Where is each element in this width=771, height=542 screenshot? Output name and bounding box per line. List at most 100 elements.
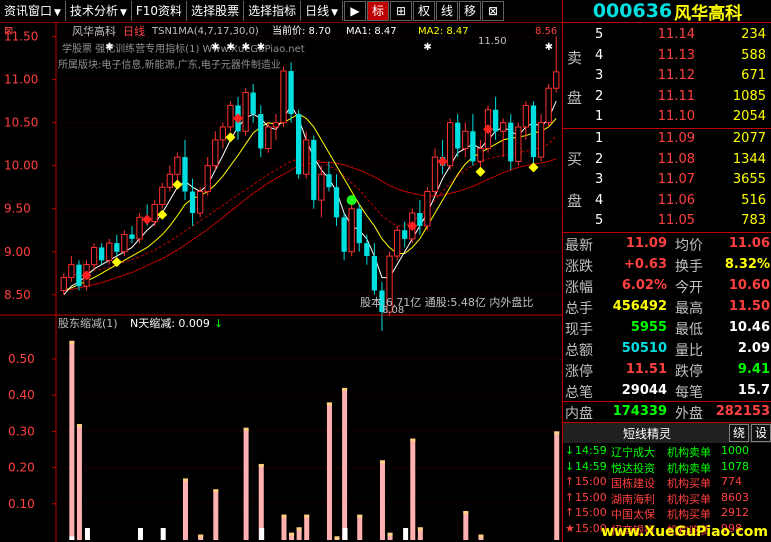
line-button[interactable]: 线	[436, 1, 459, 21]
row-volume: 774	[721, 475, 742, 488]
bar	[463, 511, 469, 540]
bar-cap	[304, 514, 310, 518]
quote-value: 11.51	[625, 362, 667, 377]
buy-level-row[interactable]: 5 11.05 783	[563, 211, 771, 232]
menu-select-stock[interactable]: 选择股票	[187, 1, 245, 21]
short-line-filter-button[interactable]: 绕	[729, 424, 749, 442]
buy-level-row[interactable]: 3 11.07 3655	[563, 170, 771, 191]
candle-body	[348, 208, 355, 253]
level-price: 11.06	[657, 192, 695, 208]
candle-body	[159, 186, 166, 205]
bar	[281, 514, 287, 540]
quote-value: 10.60	[728, 278, 770, 293]
bar-cap	[417, 527, 423, 531]
arrow-down-icon: ↓	[565, 444, 575, 457]
sell-level-row[interactable]: 4 11.13 588	[563, 46, 771, 67]
menu-label: F10资料	[135, 4, 183, 18]
sell-level-row[interactable]: 3 11.12 671	[563, 66, 771, 87]
candle-body	[68, 264, 75, 279]
row-stock-name: 国栋建设	[611, 477, 655, 490]
stock-name: 风华高科	[674, 3, 743, 24]
menu-f10[interactable]: F10资料	[132, 1, 188, 21]
play-button[interactable]: ▶	[344, 1, 367, 21]
row-volume: 2912	[721, 506, 749, 519]
candle-body	[515, 126, 522, 162]
buy-level-row[interactable]: 1 11.09 2077	[563, 129, 771, 150]
close-chart-button[interactable]: ⊠	[482, 1, 505, 21]
quote-label: 最高	[675, 301, 703, 317]
level-number: 2	[595, 151, 604, 167]
level-volume: 2077	[732, 131, 766, 146]
menu-tech-analysis[interactable]: 技术分析 ▼	[66, 1, 132, 21]
grid-button[interactable]: ⊞	[390, 1, 413, 21]
bar-cap	[342, 387, 348, 391]
candle-body	[265, 126, 272, 149]
sell-level-row[interactable]: 1 11.10 2054	[563, 107, 771, 128]
bar-cap	[334, 536, 340, 540]
candle-body	[182, 157, 188, 192]
candle-body	[462, 130, 469, 149]
row-time: 14:59	[575, 459, 607, 473]
level-price: 11.13	[657, 47, 695, 63]
down-arrow-icon: ↓	[214, 317, 223, 330]
bar-white	[84, 528, 90, 540]
short-line-row[interactable]: ↓ 14:59 悦达投资 机构卖单 1078	[563, 460, 771, 475]
rights-button[interactable]: 权	[413, 1, 436, 21]
menu-select-indicator[interactable]: 选择指标	[244, 1, 302, 21]
candle-body	[151, 203, 158, 223]
bar-cap	[463, 511, 469, 515]
level-volume: 516	[741, 192, 766, 208]
quote-value: 174339	[612, 404, 667, 419]
toolbar: 资讯窗口 ▼ 技术分析 ▼ F10资料 选择股票 选择指标 日线 ▼ ▶ 标 ⊞ 权 …	[0, 0, 562, 23]
chart-area[interactable]: 11.5011.0010.5010.009.509.008.50 ⊠ 风华高科 …	[0, 22, 562, 542]
short-line-row[interactable]: ↓ 14:59 辽宁成大 机构卖单 1000	[563, 444, 771, 459]
level-volume: 2054	[732, 109, 766, 124]
short-line-row[interactable]: ↑ 15:00 中国太保 机构买单 2912	[563, 506, 771, 521]
mark-button[interactable]: 标	[367, 1, 390, 21]
bar-white	[403, 528, 409, 540]
bar-cap	[213, 489, 219, 493]
short-line-row[interactable]: ↑ 15:00 国栋建设 机构买单 774	[563, 475, 771, 490]
bar	[379, 460, 385, 540]
watermark-line-2: 所属版块:电子信息,新能源,广东,电子元器件制造业	[58, 58, 281, 71]
buy-signal-icon	[407, 220, 418, 231]
menu-period[interactable]: 日线 ▼	[301, 1, 344, 21]
level-number: 1	[595, 131, 604, 146]
quote-row: 最新 11.09 均价 11.06	[563, 233, 771, 255]
short-line-settings-button[interactable]: 设	[751, 424, 771, 442]
candle-body	[121, 234, 128, 253]
bar-cap	[258, 463, 264, 467]
quote-label: 外盘	[675, 406, 703, 422]
bar-white	[137, 528, 143, 540]
watermark-line-1: 学股票 强化训练营专用指标(1) Www.XueGuPiao.net	[62, 42, 305, 55]
quote-value: 5955	[630, 320, 667, 335]
level-volume: 783	[741, 213, 766, 228]
candle-body	[280, 70, 287, 124]
row-action: 机构买单	[667, 477, 711, 490]
row-volume: 1078	[721, 459, 749, 473]
bar-cap	[410, 438, 416, 442]
menu-news-window[interactable]: 资讯窗口 ▼	[0, 1, 66, 21]
site-watermark: www.XueGuPiao.com	[601, 524, 768, 540]
candle-body	[114, 243, 120, 252]
candle-body	[288, 71, 294, 115]
quote-label: 量比	[675, 343, 703, 359]
candle-body	[364, 243, 370, 257]
candle-body	[431, 156, 439, 193]
level-price: 11.08	[657, 151, 695, 167]
move-button[interactable]: 移	[459, 1, 482, 21]
sell-level-row[interactable]: 5 11.14 234	[563, 25, 771, 46]
quote-value: 15.7	[737, 383, 770, 398]
quote-value: 50510	[621, 341, 667, 356]
bar-cap	[296, 527, 302, 531]
star-marker-icon: ✱	[211, 42, 219, 53]
row-action: 机构卖单	[667, 446, 711, 459]
sell-level-row[interactable]: 2 11.11 1085	[563, 87, 771, 108]
candle-body	[424, 191, 431, 227]
buy-level-row[interactable]: 4 11.06 516	[563, 191, 771, 212]
buy-level-row[interactable]: 2 11.08 1344	[563, 150, 771, 171]
short-line-row[interactable]: ↑ 15:00 湖南海利 机构买单 8603	[563, 491, 771, 506]
candle-body	[99, 247, 105, 261]
candle-body	[258, 114, 264, 149]
candle-body	[470, 131, 476, 162]
